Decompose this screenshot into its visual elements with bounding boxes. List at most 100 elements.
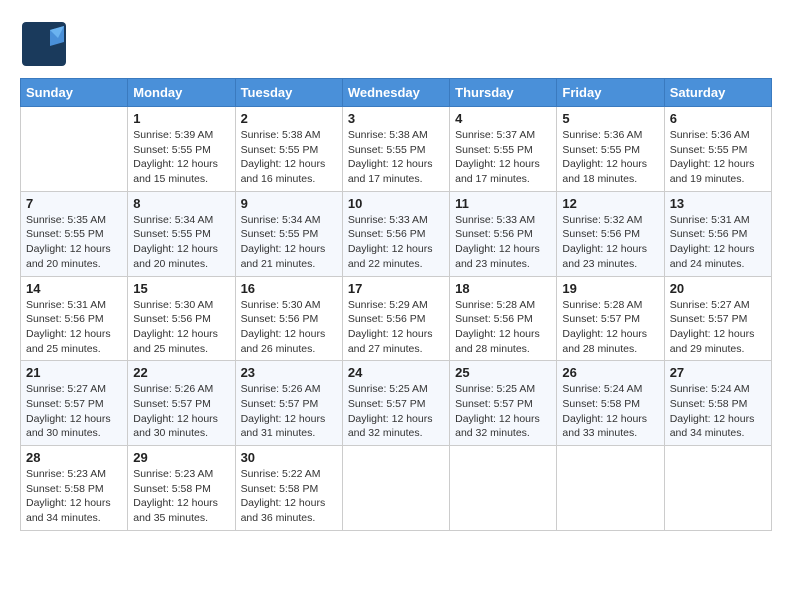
day-detail: Sunrise: 5:23 AM Sunset: 5:58 PM Dayligh… [133,467,229,526]
day-number: 20 [670,281,766,296]
day-number: 14 [26,281,122,296]
day-detail: Sunrise: 5:24 AM Sunset: 5:58 PM Dayligh… [670,382,766,441]
calendar-week-3: 14 Sunrise: 5:31 AM Sunset: 5:56 PM Dayli… [21,276,772,361]
day-detail: Sunrise: 5:24 AM Sunset: 5:58 PM Dayligh… [562,382,658,441]
calendar-cell: 18Sunrise: 5:28 AM Sunset: 5:56 PM Dayli… [450,276,557,361]
calendar-week-4: 21Sunrise: 5:27 AM Sunset: 5:57 PM Dayli… [21,361,772,446]
calendar-cell [342,446,449,531]
day-number: 19 [562,281,658,296]
calendar-header-row: SundayMondayTuesdayWednesdayThursdayFrid… [21,79,772,107]
day-number: 27 [670,365,766,380]
day-number: 8 [133,196,229,211]
day-number: 28 [26,450,122,465]
calendar-cell: 12 Sunrise: 5:32 AM Sunset: 5:56 PM Dayli… [557,191,664,276]
day-detail: Sunrise: 5:26 AM Sunset: 5:57 PM Dayligh… [241,382,337,441]
calendar-cell: 1 Sunrise: 5:39 AM Sunset: 5:55 PM Daylig… [128,107,235,192]
calendar-cell [664,446,771,531]
calendar-cell: 24 Sunrise: 5:25 AM Sunset: 5:57 PM Dayli… [342,361,449,446]
day-number: 17 [348,281,444,296]
day-detail: Sunrise: 5:25 AM Sunset: 5:57 PM Dayligh… [348,382,444,441]
day-detail: Sunrise: 5:25 AM Sunset: 5:57 PM Dayligh… [455,382,551,441]
day-detail: Sunrise: 5:32 AM Sunset: 5:56 PM Dayligh… [562,213,658,272]
calendar-cell: 22 Sunrise: 5:26 AM Sunset: 5:57 PM Dayli… [128,361,235,446]
col-header-monday: Monday [128,79,235,107]
col-header-wednesday: Wednesday [342,79,449,107]
day-detail: Sunrise: 5:33 AM Sunset: 5:56 PM Dayligh… [348,213,444,272]
logo [20,20,72,68]
day-number: 21 [26,365,122,380]
day-number: 5 [562,111,658,126]
day-detail: Sunrise: 5:23 AM Sunset: 5:58 PM Dayligh… [26,467,122,526]
calendar-week-5: 28 Sunrise: 5:23 AM Sunset: 5:58 PM Dayli… [21,446,772,531]
day-number: 1 [133,111,229,126]
calendar-week-2: 7 Sunrise: 5:35 AM Sunset: 5:55 PM Daylig… [21,191,772,276]
day-number: 29 [133,450,229,465]
calendar-cell: 21Sunrise: 5:27 AM Sunset: 5:57 PM Dayli… [21,361,128,446]
day-number: 30 [241,450,337,465]
calendar-cell: 26 Sunrise: 5:24 AM Sunset: 5:58 PM Dayli… [557,361,664,446]
day-number: 7 [26,196,122,211]
day-detail: Sunrise: 5:26 AM Sunset: 5:57 PM Dayligh… [133,382,229,441]
day-detail: Sunrise: 5:38 AM Sunset: 5:55 PM Dayligh… [241,128,337,187]
calendar-cell: 29 Sunrise: 5:23 AM Sunset: 5:58 PM Dayli… [128,446,235,531]
day-detail: Sunrise: 5:33 AM Sunset: 5:56 PM Dayligh… [455,213,551,272]
day-detail: Sunrise: 5:30 AM Sunset: 5:56 PM Dayligh… [133,298,229,357]
day-number: 3 [348,111,444,126]
day-detail: Sunrise: 5:34 AM Sunset: 5:55 PM Dayligh… [241,213,337,272]
day-detail: Sunrise: 5:38 AM Sunset: 5:55 PM Dayligh… [348,128,444,187]
calendar-cell: 25 Sunrise: 5:25 AM Sunset: 5:57 PM Dayli… [450,361,557,446]
day-detail: Sunrise: 5:35 AM Sunset: 5:55 PM Dayligh… [26,213,122,272]
col-header-sunday: Sunday [21,79,128,107]
calendar-cell [21,107,128,192]
day-number: 10 [348,196,444,211]
calendar-cell [450,446,557,531]
day-detail: Sunrise: 5:27 AM Sunset: 5:57 PM Dayligh… [670,298,766,357]
page-header [20,20,772,68]
day-detail: Sunrise: 5:28 AM Sunset: 5:57 PM Dayligh… [562,298,658,357]
col-header-friday: Friday [557,79,664,107]
day-detail: Sunrise: 5:34 AM Sunset: 5:55 PM Dayligh… [133,213,229,272]
calendar-cell: 2Sunrise: 5:38 AM Sunset: 5:55 PM Daylig… [235,107,342,192]
day-number: 25 [455,365,551,380]
calendar-cell: 6 Sunrise: 5:36 AM Sunset: 5:55 PM Daylig… [664,107,771,192]
calendar-cell: 30 Sunrise: 5:22 AM Sunset: 5:58 PM Dayli… [235,446,342,531]
day-detail: Sunrise: 5:22 AM Sunset: 5:58 PM Dayligh… [241,467,337,526]
day-detail: Sunrise: 5:36 AM Sunset: 5:55 PM Dayligh… [670,128,766,187]
calendar-cell: 14 Sunrise: 5:31 AM Sunset: 5:56 PM Dayli… [21,276,128,361]
col-header-tuesday: Tuesday [235,79,342,107]
calendar-cell: 4 Sunrise: 5:37 AM Sunset: 5:55 PM Daylig… [450,107,557,192]
day-detail: Sunrise: 5:36 AM Sunset: 5:55 PM Dayligh… [562,128,658,187]
calendar-cell: 13 Sunrise: 5:31 AM Sunset: 5:56 PM Dayli… [664,191,771,276]
calendar-cell: 9 Sunrise: 5:34 AM Sunset: 5:55 PM Daylig… [235,191,342,276]
calendar-cell: 3 Sunrise: 5:38 AM Sunset: 5:55 PM Daylig… [342,107,449,192]
day-detail: Sunrise: 5:31 AM Sunset: 5:56 PM Dayligh… [26,298,122,357]
calendar-cell: 20 Sunrise: 5:27 AM Sunset: 5:57 PM Dayli… [664,276,771,361]
calendar-cell: 16Sunrise: 5:30 AM Sunset: 5:56 PM Dayli… [235,276,342,361]
calendar-cell: 11 Sunrise: 5:33 AM Sunset: 5:56 PM Dayli… [450,191,557,276]
calendar-cell: 27 Sunrise: 5:24 AM Sunset: 5:58 PM Dayli… [664,361,771,446]
calendar-table: SundayMondayTuesdayWednesdayThursdayFrid… [20,78,772,531]
logo-icon [20,20,68,68]
day-number: 4 [455,111,551,126]
day-detail: Sunrise: 5:29 AM Sunset: 5:56 PM Dayligh… [348,298,444,357]
day-number: 12 [562,196,658,211]
day-detail: Sunrise: 5:39 AM Sunset: 5:55 PM Dayligh… [133,128,229,187]
day-number: 13 [670,196,766,211]
day-number: 11 [455,196,551,211]
calendar-cell: 15Sunrise: 5:30 AM Sunset: 5:56 PM Dayli… [128,276,235,361]
day-number: 6 [670,111,766,126]
day-number: 26 [562,365,658,380]
day-number: 16 [241,281,337,296]
calendar-cell: 23Sunrise: 5:26 AM Sunset: 5:57 PM Dayli… [235,361,342,446]
day-detail: Sunrise: 5:31 AM Sunset: 5:56 PM Dayligh… [670,213,766,272]
calendar-cell: 5 Sunrise: 5:36 AM Sunset: 5:55 PM Daylig… [557,107,664,192]
day-number: 24 [348,365,444,380]
calendar-cell: 7 Sunrise: 5:35 AM Sunset: 5:55 PM Daylig… [21,191,128,276]
calendar-cell: 19 Sunrise: 5:28 AM Sunset: 5:57 PM Dayli… [557,276,664,361]
day-number: 9 [241,196,337,211]
calendar-cell: 28 Sunrise: 5:23 AM Sunset: 5:58 PM Dayli… [21,446,128,531]
col-header-thursday: Thursday [450,79,557,107]
day-number: 22 [133,365,229,380]
calendar-cell: 17 Sunrise: 5:29 AM Sunset: 5:56 PM Dayli… [342,276,449,361]
day-detail: Sunrise: 5:37 AM Sunset: 5:55 PM Dayligh… [455,128,551,187]
